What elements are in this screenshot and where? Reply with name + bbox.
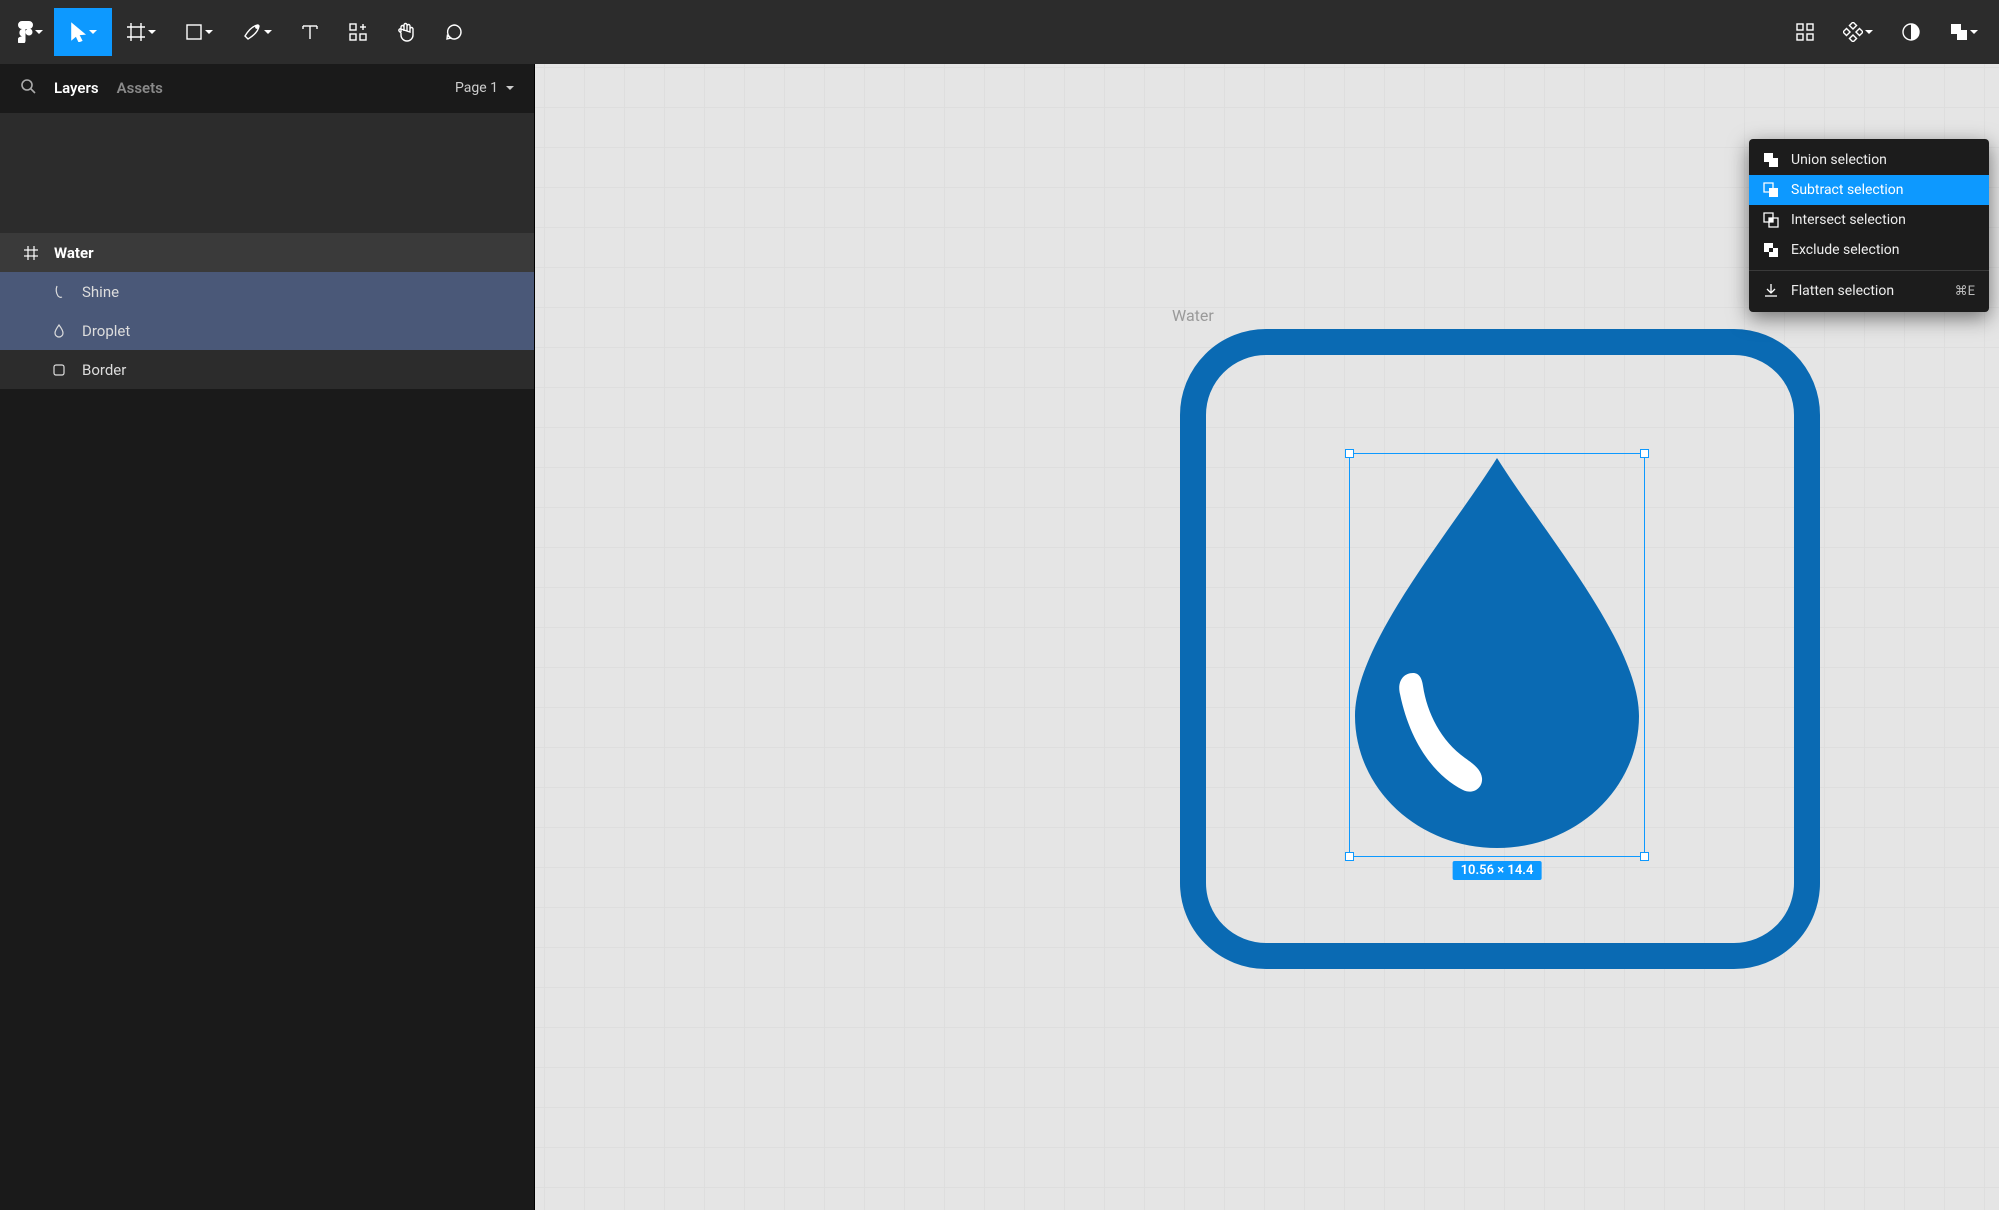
vector-icon [50, 285, 68, 299]
union-icon [1763, 152, 1779, 168]
flatten-icon [1763, 283, 1779, 299]
panel-tabs: Layers Assets Page 1 [0, 64, 534, 112]
layer-row-border[interactable]: Border [0, 350, 534, 389]
mask-icon [1901, 22, 1921, 42]
chevron-down-icon [506, 80, 514, 96]
menu-item-intersect[interactable]: Intersect selection [1749, 205, 1989, 235]
menu-separator [1749, 270, 1989, 271]
tab-assets[interactable]: Assets [117, 79, 163, 97]
component-tool-button[interactable] [1829, 8, 1887, 56]
layer-label: Droplet [82, 322, 130, 340]
comment-icon [444, 22, 464, 42]
union-icon [1950, 23, 1968, 41]
menu-label: Flatten selection [1791, 283, 1894, 299]
move-tool-button[interactable] [54, 8, 112, 56]
layer-row-frame-water[interactable]: Water [0, 233, 534, 272]
tab-layers[interactable]: Layers [54, 79, 99, 97]
droplet-icon [50, 324, 68, 338]
selection-bounding-box[interactable]: 10.56 × 14.4 [1349, 453, 1645, 857]
exclude-icon [1763, 242, 1779, 258]
layer-row-droplet[interactable]: Droplet [0, 311, 534, 350]
chevron-down-icon [205, 24, 213, 40]
hand-tool-button[interactable] [382, 8, 430, 56]
frame-icon [126, 22, 146, 42]
page-label: Page 1 [455, 80, 498, 96]
comment-tool-button[interactable] [430, 8, 478, 56]
selection-handle-tl[interactable] [1345, 449, 1354, 458]
resources-icon [348, 22, 368, 42]
main-split: Layers Assets Page 1 Water [0, 64, 1999, 1210]
frame-icon [22, 246, 40, 260]
layer-label: Shine [82, 283, 119, 301]
chevron-down-icon [89, 24, 97, 40]
app-root: Layers Assets Page 1 Water [0, 0, 1999, 1210]
grid-icon [1795, 22, 1815, 42]
subtract-icon [1763, 182, 1779, 198]
rectangle-icon [50, 364, 68, 376]
selection-handle-bl[interactable] [1345, 852, 1354, 861]
layer-label: Border [82, 361, 126, 379]
pages-thumbnail-area [0, 113, 534, 233]
canvas-frame-label[interactable]: Water [1172, 306, 1214, 325]
mask-tool-button[interactable] [1887, 8, 1935, 56]
search-icon[interactable] [20, 78, 36, 98]
pen-tool-button[interactable] [228, 8, 286, 56]
hand-icon [396, 21, 416, 43]
chevron-down-icon [1970, 24, 1978, 40]
boolean-operations-menu: Union selection Subtract selection [1749, 139, 1989, 312]
intersect-icon [1763, 212, 1779, 228]
pixel-grid-button[interactable] [1781, 8, 1829, 56]
chevron-down-icon [1865, 24, 1873, 40]
page-selector[interactable]: Page 1 [455, 80, 514, 96]
selection-handle-tr[interactable] [1640, 449, 1649, 458]
rectangle-icon [185, 23, 203, 41]
text-tool-button[interactable] [286, 8, 334, 56]
menu-label: Union selection [1791, 152, 1887, 168]
selection-handle-br[interactable] [1640, 852, 1649, 861]
menu-label: Exclude selection [1791, 242, 1900, 258]
cursor-icon [69, 22, 87, 42]
toolbar [0, 0, 1999, 64]
pen-icon [242, 22, 262, 42]
figma-logo-icon [18, 21, 33, 43]
menu-item-exclude[interactable]: Exclude selection [1749, 235, 1989, 265]
text-icon [301, 23, 319, 41]
menu-item-subtract[interactable]: Subtract selection [1749, 175, 1989, 205]
layer-label: Water [54, 244, 94, 262]
chevron-down-icon [148, 24, 156, 40]
shape-tool-button[interactable] [170, 8, 228, 56]
menu-item-union[interactable]: Union selection [1749, 145, 1989, 175]
selection-dimensions-badge: 10.56 × 14.4 [1453, 861, 1542, 880]
menu-label: Intersect selection [1791, 212, 1906, 228]
canvas[interactable]: Water 10.56 × 14.4 Union selecti [535, 64, 1999, 1210]
figma-menu-button[interactable] [6, 8, 54, 56]
chevron-down-icon [264, 24, 272, 40]
frame-tool-button[interactable] [112, 8, 170, 56]
chevron-down-icon [35, 24, 43, 40]
boolean-tool-button[interactable] [1935, 8, 1993, 56]
resources-tool-button[interactable] [334, 8, 382, 56]
layer-row-shine[interactable]: Shine [0, 272, 534, 311]
menu-item-flatten[interactable]: Flatten selection ⌘E [1749, 276, 1989, 306]
component-icon [1843, 22, 1863, 42]
left-panel: Layers Assets Page 1 Water [0, 64, 535, 1210]
menu-label: Subtract selection [1791, 182, 1903, 198]
menu-shortcut: ⌘E [1955, 284, 1975, 299]
